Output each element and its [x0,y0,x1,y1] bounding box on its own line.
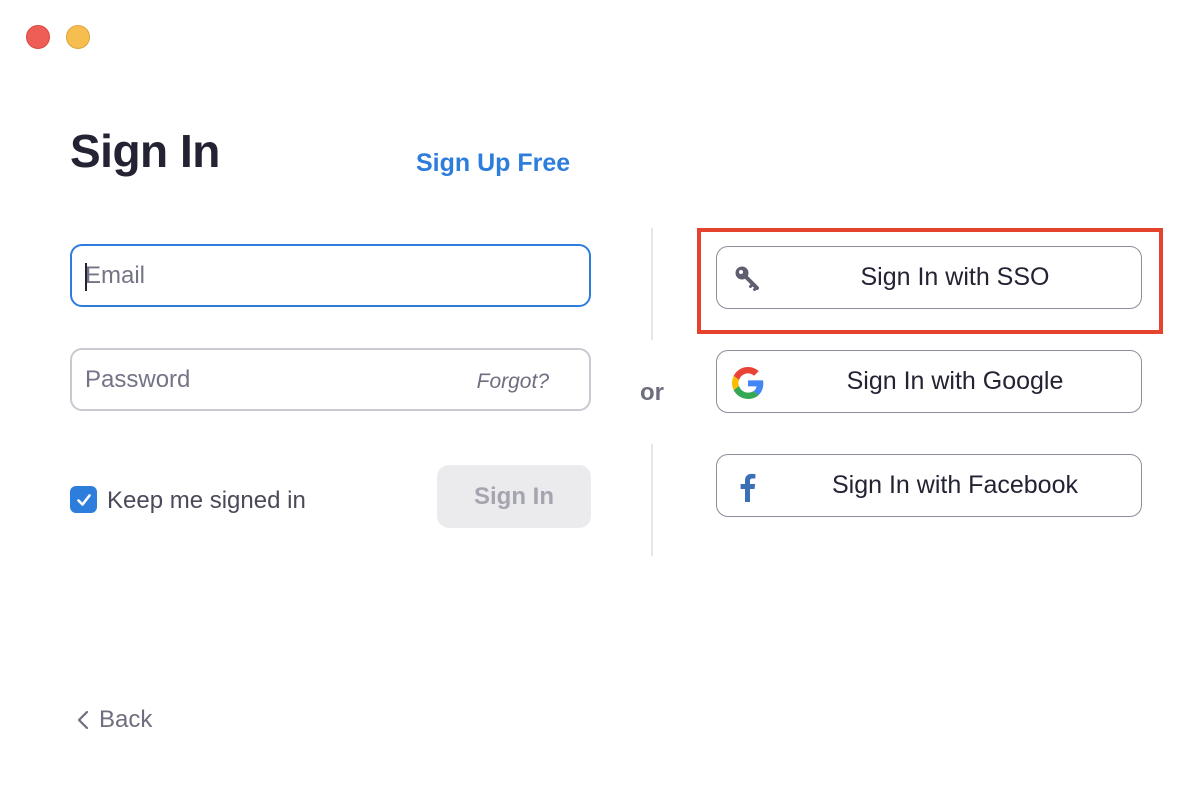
sign-in-facebook-label: Sign In with Facebook [832,471,1078,499]
sign-in-google-label: Sign In with Google [846,367,1064,395]
sign-in-google-button[interactable]: Sign In with Google [716,350,1142,413]
email-input[interactable] [85,246,445,305]
sign-in-window: Sign In Sign Up Free Forgot? Keep me sig… [0,0,1202,788]
page-title: Sign In [70,125,220,177]
window-minimize-button[interactable] [66,25,90,49]
keep-signed-in-label: Keep me signed in [107,487,306,514]
window-close-button[interactable] [26,25,50,49]
sign-in-sso-label: Sign In with SSO [860,263,1050,291]
keep-signed-in-checkbox[interactable] [70,486,97,513]
checkmark-icon [76,493,91,506]
text-cursor [85,263,87,291]
forgot-password-link[interactable]: Forgot? [477,370,549,394]
sign-up-free-link[interactable]: Sign Up Free [416,149,570,178]
sign-in-facebook-button[interactable]: Sign In with Facebook [716,454,1142,517]
facebook-icon [731,470,765,504]
password-input[interactable] [85,350,445,409]
chevron-left-icon [77,710,89,730]
key-icon [731,262,765,296]
divider-top [651,228,653,340]
google-icon [731,366,765,400]
email-field[interactable] [70,244,591,307]
password-field[interactable]: Forgot? [70,348,591,411]
back-label: Back [99,706,153,733]
sign-in-button[interactable]: Sign In [437,465,591,528]
keep-signed-in[interactable]: Keep me signed in [70,484,306,515]
sign-in-sso-button[interactable]: Sign In with SSO [716,246,1142,309]
back-button[interactable]: Back [77,706,152,734]
divider-bottom [651,444,653,556]
or-separator: or [640,379,664,406]
